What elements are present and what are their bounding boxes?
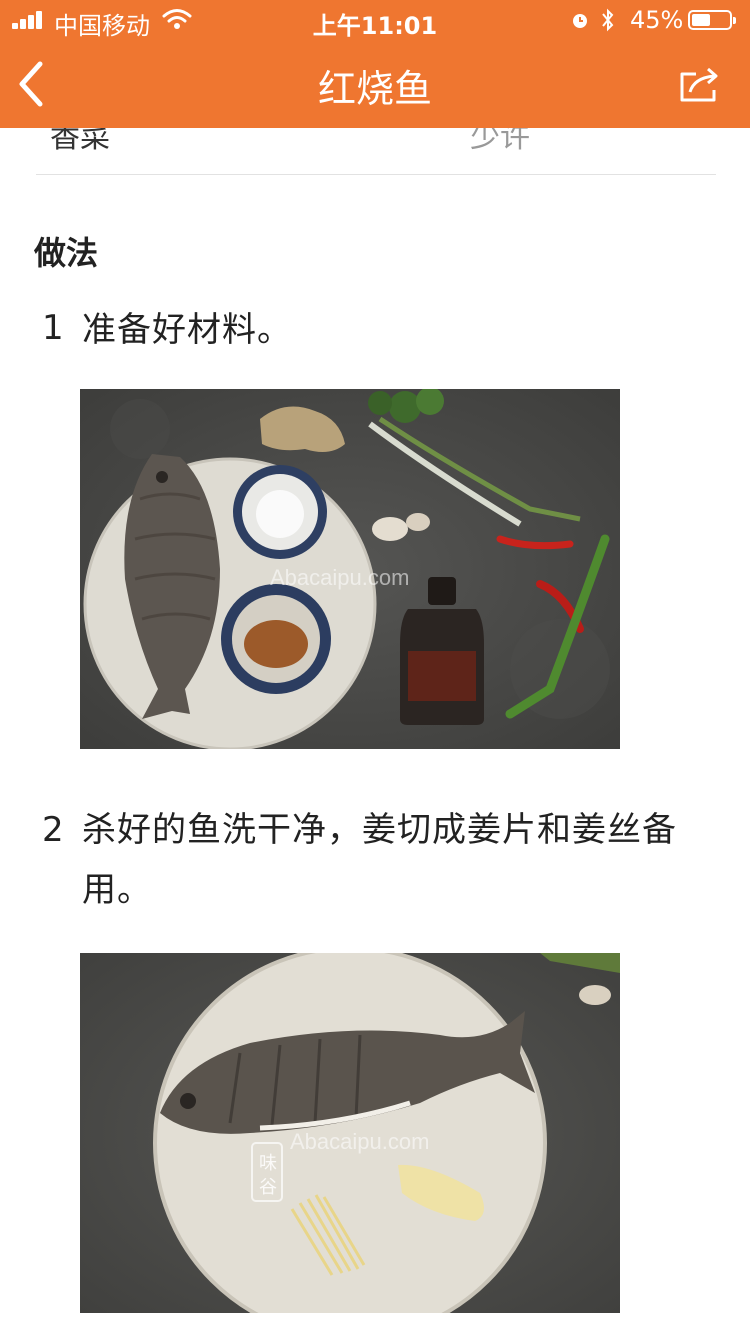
photo-seal: 味谷 [259,1153,277,1197]
step-number: 1 [42,308,64,348]
status-bar: 中国移动 上午11:01 45% [0,0,750,40]
step-1-photo[interactable]: Abacaipu.com [80,389,620,749]
step-2-photo[interactable]: Abacaipu.com 味谷 [80,953,620,1313]
photo-watermark: Abacaipu.com [270,565,410,590]
step-number: 2 [42,810,64,850]
app-header: 中国移动 上午11:01 45% 红烧鱼 [0,0,750,128]
alarm-icon [573,14,587,28]
step-text: 杀好的鱼洗干净，姜切成姜片和姜丝备用。 [82,810,677,910]
photo-watermark: Abacaipu.com [290,1129,430,1154]
step-text: 准备好材料。 [82,310,292,350]
nav-bar: 红烧鱼 [0,40,750,128]
page-title: 红烧鱼 [317,67,432,111]
bluetooth-icon [602,8,614,32]
method-heading: 做法 [34,234,99,272]
share-icon[interactable] [678,64,722,104]
battery-percent: 45% [630,6,684,34]
battery-icon [688,10,736,30]
